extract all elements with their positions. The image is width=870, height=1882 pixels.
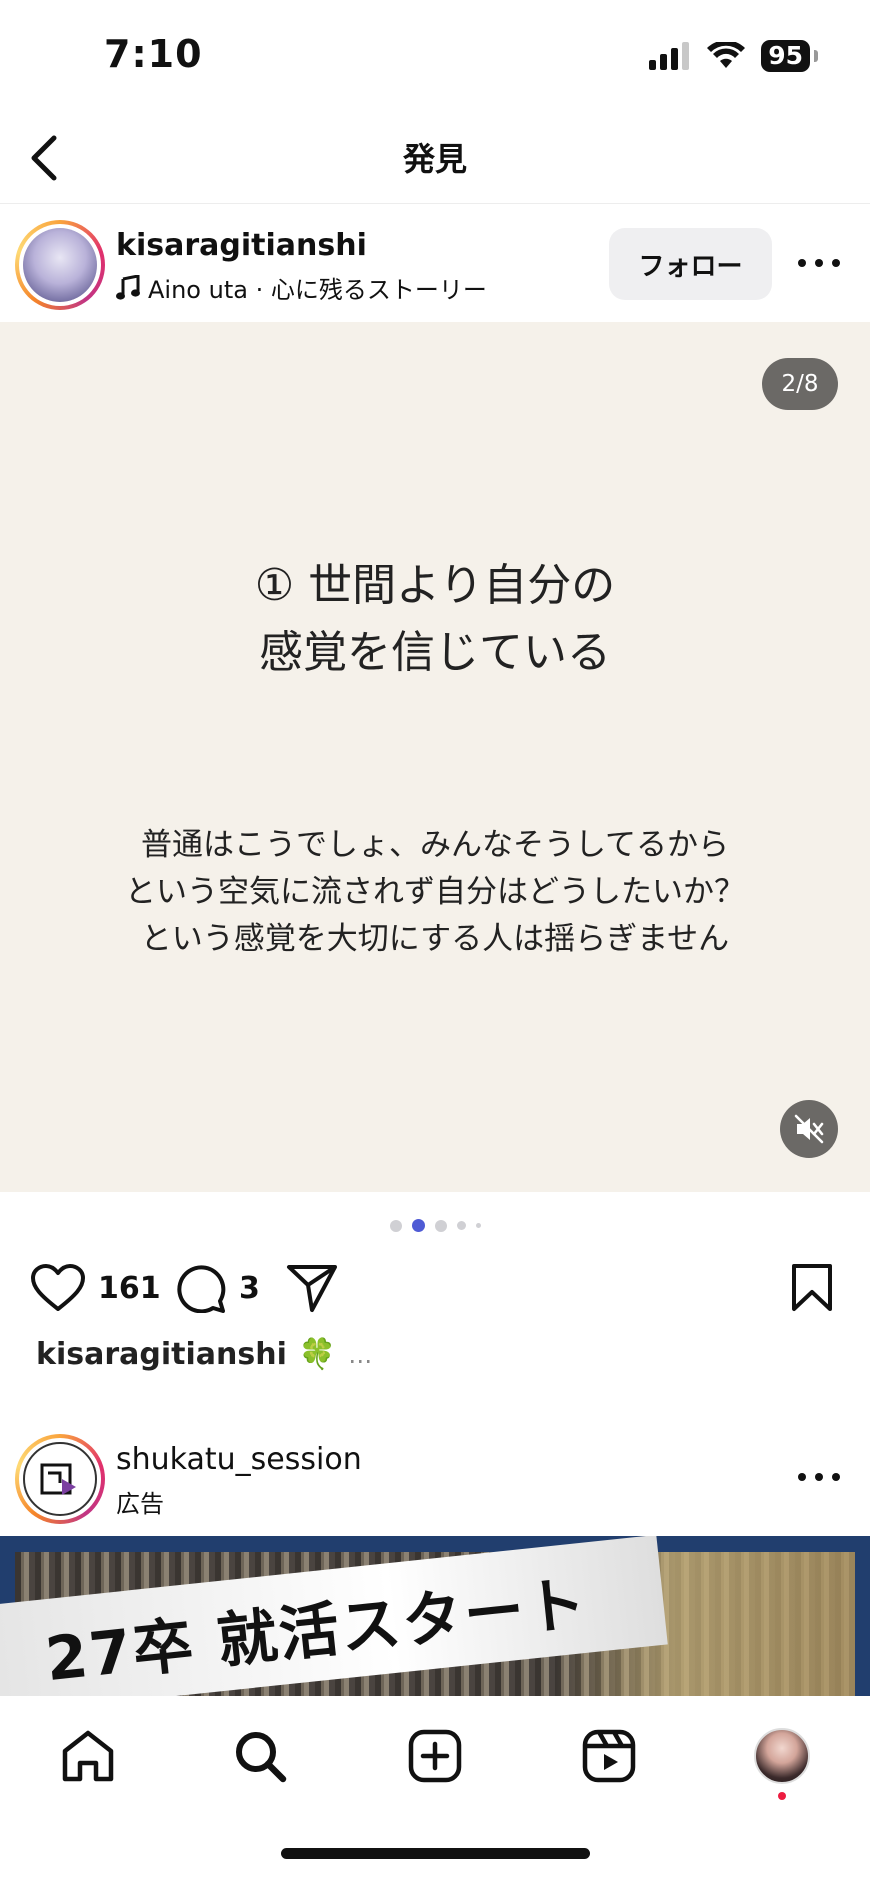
cellular-signal-icon <box>649 42 690 70</box>
post-header: kisaragitianshi Aino uta · 心に残るストーリー フォロ… <box>0 204 870 322</box>
page-title: 発見 <box>402 140 467 178</box>
add-post-icon <box>408 1729 462 1783</box>
tab-create[interactable] <box>403 1724 467 1788</box>
ad-username[interactable]: shukatu_session <box>116 1442 362 1477</box>
comment-count: 3 <box>239 1270 260 1306</box>
like-count: 161 <box>98 1270 161 1306</box>
pager-dot <box>456 1221 466 1230</box>
send-icon <box>287 1265 337 1312</box>
slide-heading: ① 世間より自分の 感覚を信じている <box>0 552 870 686</box>
music-note-icon <box>116 274 140 300</box>
notification-dot <box>778 1792 786 1800</box>
slide-heading-line1: ① 世間より自分の <box>254 560 616 611</box>
brand-logo-icon <box>40 1463 76 1495</box>
comment-action[interactable]: 3 <box>175 1263 260 1313</box>
caption-more[interactable]: … <box>348 1341 372 1369</box>
mute-button[interactable] <box>780 1100 838 1158</box>
post-caption[interactable]: kisaragitianshi 🍀 … <box>36 1337 372 1372</box>
post-actions: 161 3 <box>0 1255 870 1335</box>
reels-icon <box>582 1729 636 1783</box>
slide-counter: 2/8 <box>762 358 838 410</box>
pager-dot <box>389 1219 402 1232</box>
sponsored-label: 広告 <box>116 1490 164 1518</box>
pager-dot <box>434 1219 447 1232</box>
heart-icon <box>31 1264 85 1311</box>
search-icon <box>236 1732 287 1783</box>
slide-body: 普通はこうでしょ、みんなそうしてるから という空気に流されず自分はどうしたいか？… <box>0 822 870 963</box>
caption-username[interactable]: kisaragitianshi <box>36 1337 287 1372</box>
tab-reels[interactable] <box>577 1724 641 1788</box>
tab-search[interactable] <box>228 1724 292 1788</box>
post-username[interactable]: kisaragitianshi <box>116 228 367 263</box>
post-media[interactable]: 2/8 ① 世間より自分の 感覚を信じている 普通はこうでしょ、みんなそうしてる… <box>0 322 870 1192</box>
share-action[interactable] <box>286 1263 338 1313</box>
home-icon <box>62 1730 114 1782</box>
ad-media[interactable]: 27卒 就活スタート <box>0 1536 870 1696</box>
bookmark-icon <box>792 1264 832 1311</box>
pager-dot <box>475 1223 481 1228</box>
more-options-icon[interactable] <box>798 248 840 278</box>
slide-body-line2: という空気に流されず自分はどうしたいか？ <box>125 874 745 910</box>
caption-emoji: 🍀 <box>298 1337 337 1372</box>
profile-avatar <box>754 1728 810 1784</box>
comment-bubble-icon <box>177 1265 226 1313</box>
wifi-icon <box>707 42 746 68</box>
ad-avatar[interactable] <box>15 1434 105 1524</box>
pager-dot-active <box>411 1219 425 1232</box>
slide-body-line1: 普通はこうでしょ、みんなそうしてるから <box>140 827 730 863</box>
follow-button[interactable]: フォロー <box>609 228 772 300</box>
music-label: Aino uta · 心に残るストーリー <box>148 276 487 304</box>
ad-header: shukatu_session 広告 <box>0 1418 870 1536</box>
like-action[interactable]: 161 <box>30 1263 161 1313</box>
home-indicator <box>281 1848 590 1859</box>
bottom-tab-bar <box>0 1696 870 1882</box>
slide-heading-line2: 感覚を信じている <box>259 627 611 678</box>
speaker-muted-icon <box>794 1114 824 1144</box>
ad-more-options-icon[interactable] <box>798 1462 840 1492</box>
tab-home[interactable] <box>56 1724 120 1788</box>
status-bar: 7:10 95 <box>0 0 870 110</box>
avatar[interactable] <box>15 220 105 310</box>
top-navigation: 発見 <box>0 110 870 204</box>
battery-indicator: 95 <box>761 40 818 72</box>
tab-profile[interactable] <box>750 1724 814 1788</box>
status-time: 7:10 <box>104 32 203 76</box>
save-action[interactable] <box>790 1263 834 1313</box>
slide-body-line3: という感覚を大切にする人は揺らぎません <box>140 921 730 957</box>
carousel-indicator <box>0 1219 870 1232</box>
status-icons: 95 <box>649 40 818 72</box>
music-info[interactable]: Aino uta · 心に残るストーリー <box>116 270 487 305</box>
